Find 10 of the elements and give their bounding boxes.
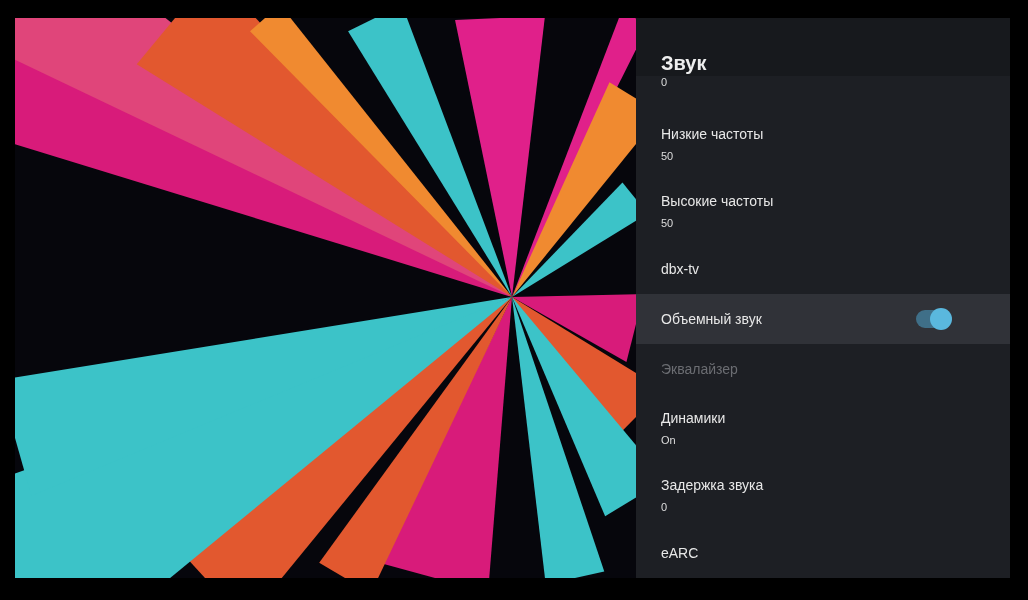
panel-title: Звук xyxy=(661,50,707,75)
toggle-switch[interactable] xyxy=(916,310,950,328)
setting-item[interactable]: Высокие частоты 50 xyxy=(636,177,1010,244)
setting-item[interactable]: eARC xyxy=(636,528,1010,578)
setting-item[interactable]: Задержка звука 0 xyxy=(636,461,1010,528)
setting-item[interactable]: Низкие частоты 50 xyxy=(636,110,1010,177)
setting-item[interactable]: Объемный звук xyxy=(636,294,1010,344)
setting-item[interactable]: dbx-tv xyxy=(636,244,1010,294)
setting-item[interactable]: Динамики On xyxy=(636,394,1010,461)
setting-value: 0 xyxy=(661,76,669,88)
